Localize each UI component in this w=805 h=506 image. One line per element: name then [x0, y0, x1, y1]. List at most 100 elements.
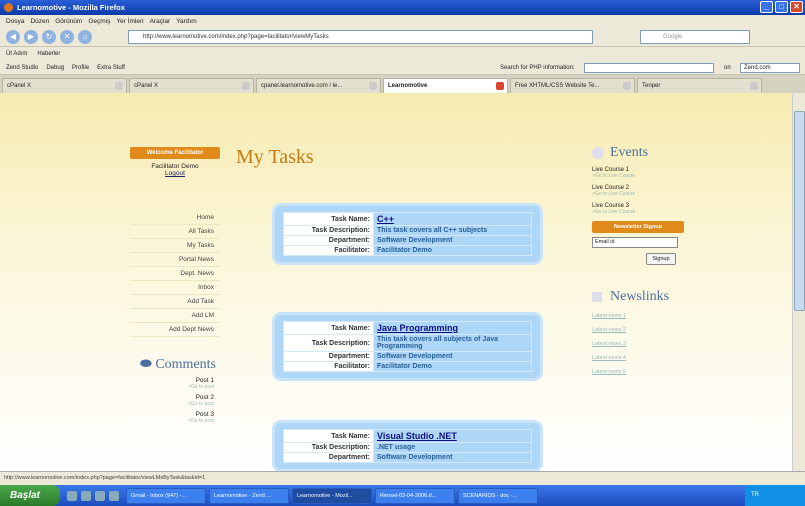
tab-active[interactable]: Learnomotive: [383, 78, 508, 93]
close-tab-icon[interactable]: [496, 82, 504, 90]
news-link[interactable]: Latest news 2: [592, 319, 684, 333]
task-desc-label: Task Description:: [283, 442, 374, 453]
tab[interactable]: Free XHTML/CSS Website Te...: [510, 78, 635, 93]
nav-add-dept-news[interactable]: Add Dept News: [130, 323, 220, 337]
quick-launch-icon[interactable]: [109, 490, 119, 501]
email-field[interactable]: Email id: [592, 237, 678, 248]
news-link[interactable]: Latest news 4: [592, 347, 684, 361]
taskbar-item[interactable]: SCENARIOS - doc -...: [458, 487, 538, 504]
forward-button[interactable]: ▶: [24, 29, 38, 44]
back-button[interactable]: ◀: [6, 29, 20, 44]
task-desc-label: Task Description:: [283, 225, 374, 236]
bookmark-item[interactable]: Üt Adım: [6, 51, 27, 57]
menu-file[interactable]: Dosya: [6, 18, 24, 25]
close-tab-icon[interactable]: [623, 82, 631, 90]
post-item[interactable]: Post 1 >Go to post: [130, 373, 220, 390]
event-item[interactable]: Live Course 2 >Go to Live Course: [592, 179, 684, 197]
newslinks-heading: Newslinks: [592, 289, 684, 305]
minimize-button[interactable]: _: [760, 1, 773, 13]
window-titlebar: Learnomotive - Mozilla Firefox _ □ ✕: [0, 0, 805, 15]
navigation-toolbar: ◀ ▶ ↻ ✕ ⌂ http://www.learnomotive.com/in…: [0, 27, 805, 47]
nav-all-tasks[interactable]: All Tasks: [130, 225, 220, 239]
task-name-link[interactable]: C++: [373, 212, 532, 226]
close-button[interactable]: ✕: [790, 1, 803, 13]
post-item[interactable]: Post 2 >Go to post: [130, 390, 220, 407]
zend-studio-button[interactable]: Zend Studio: [6, 65, 38, 71]
events-icon: [592, 147, 604, 159]
facilitator-value: Facilitator Demo: [373, 245, 532, 256]
url-bar[interactable]: http://www.learnomotive.com/index.php?pa…: [128, 30, 593, 44]
department-label: Department:: [283, 235, 374, 246]
php-search-input[interactable]: [584, 63, 714, 73]
search-input[interactable]: Google: [640, 30, 750, 44]
taskbar-item[interactable]: Learnomotive - Zend ...: [209, 487, 289, 504]
maximize-button[interactable]: □: [775, 1, 788, 13]
tab[interactable]: Tenper: [637, 78, 762, 93]
on-label: on: [724, 65, 731, 71]
extra-stuff-button[interactable]: Extra Stuff: [97, 65, 125, 71]
menu-bookmarks[interactable]: Yer İmleri: [116, 18, 143, 25]
news-link[interactable]: Latest news 5: [592, 361, 684, 375]
department-value: Software Development: [373, 235, 532, 246]
news-link[interactable]: Latest news 1: [592, 305, 684, 319]
event-item[interactable]: Live Course 1 >Go to Live Course: [592, 161, 684, 179]
task-name-link[interactable]: Java Programming: [373, 321, 532, 335]
page-viewport: Welcome Facilitator Facilitator Demo Log…: [0, 93, 792, 471]
newslinks-icon: [592, 292, 602, 302]
home-button[interactable]: ⌂: [78, 29, 92, 44]
task-desc: This task covers all C++ subjects: [373, 225, 532, 236]
tab[interactable]: cPanel X: [129, 78, 254, 93]
menu-view[interactable]: Görünüm: [55, 18, 82, 25]
close-tab-icon[interactable]: [115, 82, 123, 90]
close-tab-icon[interactable]: [750, 82, 758, 90]
taskbar-item[interactable]: Gmail - Inbox (947) -...: [126, 487, 206, 504]
task-card: Task Name: C++ Task Description: This task…: [275, 206, 540, 262]
site-select[interactable]: Zend.com: [740, 63, 800, 73]
menu-help[interactable]: Yardım: [176, 18, 196, 25]
quick-launch-icon[interactable]: [95, 490, 105, 501]
nav-add-task[interactable]: Add Task: [130, 295, 220, 309]
debug-button[interactable]: Debug: [46, 65, 64, 71]
nav-portal-news[interactable]: Portal News: [130, 253, 220, 267]
post-item[interactable]: Post 3 >Go to post: [130, 407, 220, 424]
facilitator-label: Facilitator:: [283, 361, 374, 372]
close-tab-icon[interactable]: [369, 82, 377, 90]
nav-inbox[interactable]: Inbox: [130, 281, 220, 295]
tab[interactable]: cPanel X: [2, 78, 127, 93]
php-search-label: Search for PHP information:: [500, 65, 575, 71]
taskbar-item-active[interactable]: Learnomotive - Mozil...: [292, 487, 372, 504]
task-name-link[interactable]: Visual Studio .NET: [373, 429, 532, 443]
nav-dept-news[interactable]: Dept. News: [130, 267, 220, 281]
event-item[interactable]: Live Course 3 >Go to Live Course: [592, 197, 684, 215]
taskbar-item[interactable]: Rensel-03-04-2006.d...: [375, 487, 455, 504]
start-button[interactable]: Başlat: [0, 485, 60, 506]
tab[interactable]: cpanel.learnomotive.com / le...: [256, 78, 381, 93]
nav-my-tasks[interactable]: My Tasks: [130, 239, 220, 253]
close-tab-icon[interactable]: [242, 82, 250, 90]
stop-button[interactable]: ✕: [60, 29, 74, 44]
sidebar-nav: Home All Tasks My Tasks Portal News Dept…: [130, 211, 220, 337]
bookmark-item[interactable]: Haberler: [37, 51, 60, 57]
quick-launch-icon[interactable]: [67, 490, 77, 501]
scrollbar-thumb[interactable]: [794, 111, 805, 311]
task-card: Task Name: Java Programming Task Descript…: [275, 315, 540, 378]
vertical-scrollbar[interactable]: [792, 93, 805, 471]
welcome-badge: Welcome Facilitator: [130, 147, 220, 159]
logout-link[interactable]: Logout: [130, 170, 220, 177]
comments-heading: ⬬ Comments: [139, 357, 216, 372]
reload-button[interactable]: ↻: [42, 29, 56, 44]
events-heading: Events: [592, 145, 684, 161]
department-value: Software Development: [373, 452, 532, 463]
menu-bar: Dosya Düzen Görünüm Geçmiş Yer İmleri Ar…: [0, 15, 805, 27]
signup-button[interactable]: Signup: [646, 253, 676, 265]
profile-button[interactable]: Profile: [72, 65, 89, 71]
nav-home[interactable]: Home: [130, 211, 220, 225]
menu-edit[interactable]: Düzen: [30, 18, 49, 25]
quick-launch-icon[interactable]: [81, 490, 91, 501]
window-title: Learnomotive - Mozilla Firefox: [17, 3, 125, 12]
nav-add-lm[interactable]: Add LM: [130, 309, 220, 323]
zend-toolbar: Zend Studio Debug Profile Extra Stuff Se…: [0, 61, 805, 75]
news-link[interactable]: Latest news 3: [592, 333, 684, 347]
menu-history[interactable]: Geçmiş: [88, 18, 110, 25]
menu-tools[interactable]: Araçlar: [150, 18, 171, 25]
